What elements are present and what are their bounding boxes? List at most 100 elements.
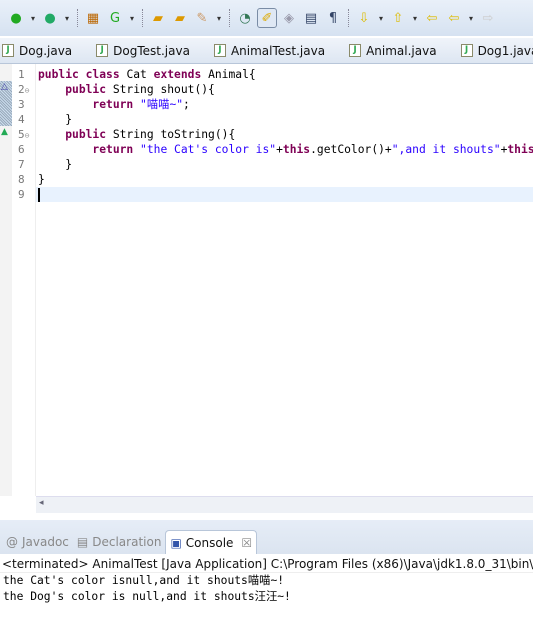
- toggle-breakpoint-icon[interactable]: ◔: [235, 8, 255, 28]
- mark-icon[interactable]: ◈: [279, 8, 299, 28]
- code-line[interactable]: }: [38, 112, 533, 127]
- code-token: }: [38, 158, 73, 171]
- code-line[interactable]: }: [38, 157, 533, 172]
- search-icon[interactable]: ✎: [192, 8, 212, 28]
- run-icon[interactable]: ●: [6, 8, 26, 28]
- code-line[interactable]: public String shout(){: [38, 82, 533, 97]
- debug-dropdown[interactable]: ▾: [62, 14, 72, 23]
- declaration-icon: ▤: [76, 535, 89, 549]
- java-file-icon: J: [96, 44, 109, 57]
- java-file-icon: J: [460, 44, 473, 57]
- highlight-occurrences-icon[interactable]: ✐: [257, 8, 277, 28]
- override-marker-icon[interactable]: △: [1, 82, 8, 92]
- separator: [142, 9, 143, 27]
- scroll-left-icon[interactable]: ◂: [39, 498, 44, 508]
- code-token: this: [282, 143, 311, 156]
- previous-annotation-icon[interactable]: ⇧: [388, 8, 408, 28]
- overview-ruler: △ ▲: [0, 64, 12, 496]
- previous-annotation-dropdown[interactable]: ▾: [410, 14, 420, 23]
- code-line[interactable]: return "the Cat's color is"+this.getColo…: [38, 142, 533, 157]
- code-token: ",and it shouts": [391, 143, 501, 156]
- tab-label: Javadoc: [22, 535, 69, 549]
- editor-tab[interactable]: J Animal.java: [349, 43, 437, 58]
- tab-javadoc[interactable]: @ Javadoc: [2, 530, 73, 554]
- horizontal-scrollbar[interactable]: ◂: [36, 496, 533, 513]
- open-type-icon[interactable]: ▰: [148, 8, 168, 28]
- tab-label: DogTest.java: [113, 43, 190, 58]
- show-whitespace-icon[interactable]: ¶: [323, 8, 343, 28]
- code-token: ;: [183, 98, 190, 111]
- javadoc-icon: @: [6, 535, 18, 549]
- editor-tab[interactable]: J DogTest.java: [96, 44, 190, 58]
- fold-icon[interactable]: ⊖: [25, 131, 30, 140]
- line-number: 6: [18, 143, 25, 156]
- new-package-icon[interactable]: ▦: [83, 8, 103, 28]
- close-icon[interactable]: ☒: [241, 536, 252, 550]
- code-editor[interactable]: △ ▲ 1 2⊖ 3 4 5⊖ 6 7 8 9 public class Cat extends…: [0, 64, 533, 513]
- text-cursor: [38, 188, 40, 202]
- code-line[interactable]: }: [38, 172, 533, 187]
- line-numbers: 1 2⊖ 3 4 5⊖ 6 7 8 9: [12, 64, 36, 496]
- fold-icon[interactable]: ⊖: [25, 86, 30, 95]
- tab-console[interactable]: ▣ Console ☒: [165, 530, 258, 554]
- new-class-icon[interactable]: G: [105, 8, 125, 28]
- code-token: Cat: [119, 68, 154, 81]
- main-toolbar: ● ▾ ● ▾ ▦ G ▾ ▰ ▰ ✎ ▾ ◔ ✐ ◈ ▤ ¶ ⇩ ▾ ⇧ ▾ ⇦ ⇦ ▾ ⇨: [0, 0, 533, 36]
- code-line[interactable]: [36, 187, 533, 202]
- run-dropdown[interactable]: ▾: [28, 14, 38, 23]
- new-class-dropdown[interactable]: ▾: [127, 14, 137, 23]
- code-token: return: [92, 98, 134, 111]
- code-token: Animal{: [201, 68, 256, 81]
- debug-icon[interactable]: ●: [40, 8, 60, 28]
- code-token: class: [85, 68, 120, 81]
- java-file-icon: J: [2, 44, 14, 57]
- line-number: 7: [18, 158, 25, 171]
- code-line[interactable]: return "喵喵~";: [38, 97, 533, 112]
- next-annotation-dropdown[interactable]: ▾: [376, 14, 386, 23]
- code-token: String shout(){: [106, 83, 215, 96]
- override-marker-icon[interactable]: ▲: [1, 127, 8, 137]
- code-line[interactable]: public class Cat extends Animal{: [38, 67, 533, 82]
- code-token: extends: [153, 68, 202, 81]
- tab-label: AnimalTest.java: [230, 43, 326, 58]
- console-output-line: the Cat's color isnull,and it shouts喵喵~!: [3, 574, 285, 587]
- tab-label: Console: [185, 535, 234, 550]
- tab-declaration[interactable]: ▤ Declaration: [73, 530, 166, 554]
- line-number: 1: [18, 68, 25, 81]
- code-token: +: [276, 143, 283, 156]
- forward-icon[interactable]: ⇨: [478, 8, 498, 28]
- bottom-panel: @ Javadoc ▤ Declaration ▣ Console ☒ <termina…: [0, 520, 533, 625]
- java-file-icon: J: [213, 44, 226, 57]
- search-dropdown[interactable]: ▾: [214, 14, 224, 23]
- next-annotation-icon[interactable]: ⇩: [354, 8, 374, 28]
- block-selection-icon[interactable]: ▤: [301, 8, 321, 28]
- code-token: "the Cat's color is": [140, 143, 277, 156]
- line-number: 8: [18, 173, 25, 186]
- java-file-icon: J: [349, 44, 362, 57]
- tab-label: Dog.java: [19, 43, 73, 58]
- editor-tab[interactable]: J AnimalTest.java: [213, 43, 326, 58]
- back-icon[interactable]: ⇦: [444, 8, 464, 28]
- back-dropdown[interactable]: ▾: [466, 14, 476, 23]
- code-line[interactable]: public String toString(){: [38, 127, 533, 142]
- tab-label: Declaration: [92, 535, 162, 549]
- open-folder-icon[interactable]: ▰: [170, 8, 190, 28]
- editor-tab[interactable]: J Dog.java: [2, 44, 72, 58]
- line-number: 9: [18, 188, 25, 201]
- editor-tabs: J Dog.java J DogTest.java J AnimalTest.java J A…: [0, 38, 533, 64]
- tab-label: Dog1.java: [477, 43, 533, 58]
- bottom-tabs: @ Javadoc ▤ Declaration ▣ Console ☒: [0, 520, 533, 554]
- console-icon: ▣: [170, 535, 182, 550]
- line-number: 4: [18, 113, 25, 126]
- code-token: .getColor()+: [310, 143, 392, 156]
- separator: [348, 9, 349, 27]
- console-status: <terminated> AnimalTest [Java Applicatio…: [0, 554, 533, 573]
- last-edit-icon[interactable]: ⇦: [422, 8, 442, 28]
- tab-label: Animal.java: [366, 43, 437, 58]
- editor-tab[interactable]: J Dog1.java: [460, 43, 533, 58]
- code-token: return: [92, 143, 134, 156]
